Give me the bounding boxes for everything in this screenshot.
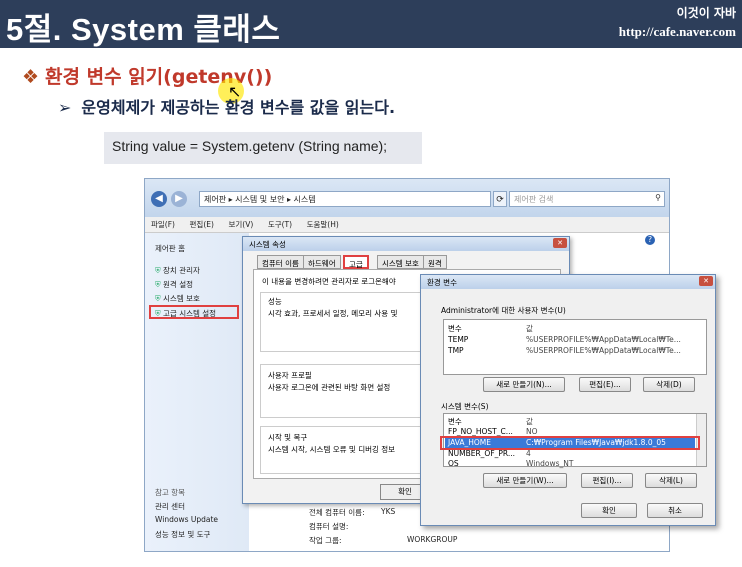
address-bar[interactable]: 제어판 ▸ 시스템 및 보안 ▸ 시스템 — [199, 191, 491, 207]
sys-var-row[interactable]: NUMBER_OF_PR... 4 — [448, 449, 531, 458]
arrow-bullet-icon: ➢ — [58, 98, 72, 117]
search-icon: ⚲ — [655, 193, 661, 202]
close-icon[interactable]: ✕ — [699, 276, 713, 286]
shield-icon: ⛨ — [155, 266, 164, 275]
sidebar-link-windows-update[interactable]: Windows Update — [155, 515, 218, 524]
system-edit-button[interactable]: 편집(I)... — [581, 473, 633, 488]
user-delete-button[interactable]: 삭제(D) — [643, 377, 695, 392]
user-vars-label: Administrator에 대한 사용자 변수(U) — [441, 306, 566, 315]
slide-header: 5절. System 클래스 이것이 자바 http://cafe.naver.… — [0, 0, 742, 48]
list-header: 변수 값 — [448, 416, 533, 427]
advanced-settings-highlight — [149, 305, 239, 319]
tab-remote[interactable]: 원격 — [423, 255, 447, 269]
menu-view[interactable]: 보기(V) — [228, 219, 253, 230]
dialog-title: 시스템 속성 — [243, 237, 569, 251]
environment-variables-dialog: 환경 변수 ✕ Administrator에 대한 사용자 변수(U) 변수 값 … — [420, 274, 716, 526]
menu-edit[interactable]: 편집(E) — [190, 219, 214, 230]
menu-tools[interactable]: 도구(T) — [268, 219, 292, 230]
diamond-bullet-icon: ❖ — [22, 66, 40, 88]
col-var: 변수 — [448, 417, 462, 426]
search-input[interactable]: 제어판 검색 ⚲ — [509, 191, 665, 207]
var-value: NO — [526, 427, 538, 436]
sidebar-home[interactable]: 제어판 홈 — [155, 243, 185, 254]
system-new-button[interactable]: 새로 만들기(W)... — [483, 473, 567, 488]
sidebar-link-action-center[interactable]: 관리 센터 — [155, 501, 185, 512]
user-var-row[interactable]: TEMP %USERPROFILE%₩AppData₩Local₩Te... — [448, 335, 681, 344]
tab-system-protection[interactable]: 시스템 보호 — [377, 255, 424, 269]
system-vars-label: 시스템 변수(S) — [441, 402, 489, 411]
startup-title: 시작 및 복구 — [268, 433, 308, 442]
list-header: 변수 값 — [448, 323, 533, 334]
env-ok-button[interactable]: 확인 — [581, 503, 637, 518]
env-cancel-button[interactable]: 취소 — [647, 503, 703, 518]
sidebar-item-label: 장치 관리자 — [163, 266, 200, 275]
var-value: %USERPROFILE%₩AppData₩Local₩Te... — [526, 335, 681, 344]
col-var: 변수 — [448, 324, 462, 333]
slide-title: 5절. System 클래스 — [6, 12, 281, 47]
shield-icon: ⛨ — [155, 294, 164, 303]
var-value: Windows_NT — [526, 459, 574, 468]
sidebar-item-protection[interactable]: ⛨ 시스템 보호 — [155, 293, 200, 304]
search-placeholder: 제어판 검색 — [514, 195, 554, 204]
close-icon[interactable]: ✕ — [553, 238, 567, 248]
profile-text: 사용자 로그온에 관련된 바탕 화면 설정 — [268, 383, 391, 392]
bullet-description-text: 운영체제가 제공하는 환경 변수를 값을 읽는다. — [81, 98, 396, 117]
var-name: OS — [448, 459, 459, 468]
user-edit-button[interactable]: 편집(E)... — [579, 377, 631, 392]
var-name: NUMBER_OF_PR... — [448, 449, 516, 458]
bullet-description: ➢ 운영체제가 제공하는 환경 변수를 값을 읽는다. — [58, 94, 395, 118]
sidebar-item-remote[interactable]: ⛨ 원격 설정 — [155, 279, 193, 290]
var-name: TMP — [448, 346, 464, 355]
java-home-highlight — [440, 436, 700, 450]
sidebar: 제어판 홈 ⛨ 장치 관리자 ⛨ 원격 설정 ⛨ 시스템 보호 ⛨ 고급 시스템… — [145, 233, 249, 551]
computer-desc-label: 컴퓨터 설명: — [309, 522, 349, 531]
sys-var-row[interactable]: OS Windows_NT — [448, 459, 573, 468]
var-value: 4 — [526, 449, 531, 458]
computer-name-label: 전체 컴퓨터 이름: — [309, 508, 365, 517]
performance-text: 시각 효과, 프로세서 일정, 메모리 사용 및 — [268, 309, 398, 318]
system-delete-button[interactable]: 삭제(L) — [645, 473, 697, 488]
menu-file[interactable]: 파일(F) — [151, 219, 175, 230]
workgroup-value: WORKGROUP — [407, 535, 458, 544]
user-vars-list: 변수 값 TEMP %USERPROFILE%₩AppData₩Local₩Te..… — [443, 319, 707, 375]
dialog-title: 환경 변수 — [421, 275, 715, 289]
slide-brand: 이것이 자바 — [676, 6, 736, 20]
profile-title: 사용자 프로필 — [268, 371, 312, 380]
tab-hardware[interactable]: 하드웨어 — [303, 255, 341, 269]
sidebar-item-label: 시스템 보호 — [163, 294, 200, 303]
performance-title: 성능 — [268, 297, 282, 306]
help-icon[interactable]: ? — [645, 235, 655, 245]
forward-icon[interactable]: ▶ — [171, 191, 187, 207]
sys-var-row[interactable]: FP_NO_HOST_C... NO — [448, 427, 538, 436]
user-var-row[interactable]: TMP %USERPROFILE%₩AppData₩Local₩Te... — [448, 346, 681, 355]
slide-url: http://cafe.naver.com — [618, 24, 736, 39]
sidebar-link-performance[interactable]: 성능 정보 및 도구 — [155, 529, 210, 540]
menu-help[interactable]: 도움말(H) — [307, 219, 339, 230]
startup-text: 시스템 시작, 시스템 오류 및 디버깅 정보 — [268, 445, 396, 454]
user-new-button[interactable]: 새로 만들기(N)... — [483, 377, 565, 392]
tab-advanced[interactable]: 고급 — [343, 255, 369, 269]
code-snippet: String value = System.getenv (String nam… — [104, 132, 422, 164]
var-name: TEMP — [448, 335, 469, 344]
shield-icon: ⛨ — [155, 280, 164, 289]
col-val: 값 — [526, 324, 533, 333]
workgroup-label: 작업 그룹: — [309, 536, 342, 545]
sidebar-item-device-manager[interactable]: ⛨ 장치 관리자 — [155, 265, 200, 276]
computer-name-value: YKS — [381, 507, 396, 516]
sidebar-item-label: 원격 설정 — [163, 280, 193, 289]
var-name: FP_NO_HOST_C... — [448, 427, 513, 436]
see-also-heading: 참고 항목 — [155, 488, 185, 497]
tab-computer-name[interactable]: 컴퓨터 이름 — [257, 255, 304, 269]
back-icon[interactable]: ◀ — [151, 191, 167, 207]
admin-note: 이 내용을 변경하려면 관리자로 로그온해야 — [262, 277, 396, 286]
refresh-icon[interactable]: ⟳ — [493, 191, 507, 207]
var-value: %USERPROFILE%₩AppData₩Local₩Te... — [526, 346, 681, 355]
address-area: ◀ ▶ 제어판 ▸ 시스템 및 보안 ▸ 시스템 ⟳ 제어판 검색 ⚲ — [145, 179, 669, 217]
menu-bar: 파일(F) 편집(E) 보기(V) 도구(T) 도움말(H) — [145, 217, 669, 233]
col-val: 값 — [526, 417, 533, 426]
